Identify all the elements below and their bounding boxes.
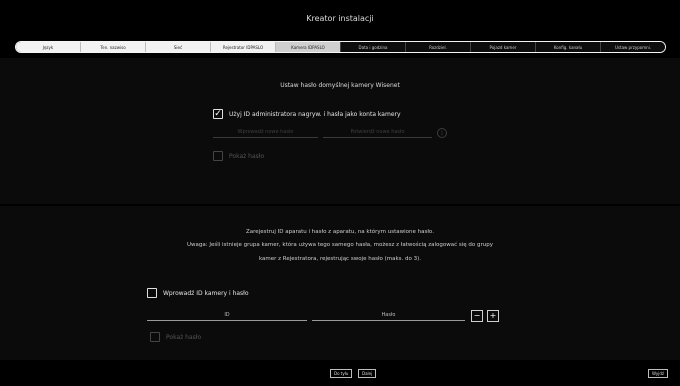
show-password-label: Pokaż hasło [229, 152, 265, 160]
tab-camera-registration[interactable]: Pojazd kamer [471, 42, 536, 52]
tab-resolution[interactable]: Rozdziel. [406, 42, 471, 52]
wizard-steps: Język Ten. nazwiso Sieć Rejestrator IDPA… [15, 41, 666, 53]
bottom-show-password-row[interactable]: Pokaż hasło [150, 332, 201, 342]
bottom-show-password-label: Pokaż hasło [166, 333, 202, 341]
tab-channel-config[interactable]: Konfig. kanału [536, 42, 601, 52]
use-admin-label: Użyj ID administratora nagryw. i hasła j… [229, 110, 401, 118]
show-password-row[interactable]: Pokaż hasło [213, 151, 264, 161]
register-line-1: Zarejestruj ID aparatu i hasło z aparatu… [246, 229, 434, 235]
tab-network[interactable]: Sieć [146, 42, 211, 52]
camera-id-field[interactable]: ID [147, 310, 307, 321]
default-password-heading: Ustaw hasło domyślnej kamery Wisenet [280, 82, 400, 89]
confirm-password-field[interactable]: Potwierdź nowe hasło [323, 127, 432, 138]
tab-date-time[interactable]: Data i godzina [341, 42, 406, 52]
use-admin-checkbox[interactable]: ✓ [213, 109, 223, 119]
info-icon[interactable]: i [437, 128, 447, 138]
back-button[interactable]: Do tyłu [330, 369, 353, 378]
tab-camera-id-password[interactable]: Kamera IDPASLO [276, 42, 341, 52]
add-button[interactable]: + [487, 310, 499, 322]
enter-id-row[interactable]: Wprowadź ID kamery i hasło [147, 288, 249, 298]
default-password-panel: Ustaw hasło domyślnej kamery Wisenet ✓ U… [0, 58, 680, 204]
tab-reminder-settings[interactable]: Ustaw przypomni. [601, 42, 665, 52]
enter-id-checkbox[interactable] [147, 288, 157, 298]
window-title: Kreator instalacji [306, 14, 374, 23]
new-password-field[interactable]: Wprowadź nowe hasło [213, 127, 318, 138]
tab-language[interactable]: Język [16, 42, 81, 52]
tab-device-name[interactable]: Ten. nazwiso [81, 42, 146, 52]
use-admin-row[interactable]: ✓ Użyj ID administratora nagryw. i hasła… [213, 109, 401, 119]
check-icon: ✓ [214, 108, 222, 119]
remove-button[interactable]: − [471, 310, 483, 322]
enter-id-label: Wprowadź ID kamery i hasło [163, 289, 249, 297]
tab-recorder-id-password[interactable]: Rejestrator IDPASLO [211, 42, 276, 52]
next-button[interactable]: Dalej [358, 369, 377, 378]
bottom-show-password-checkbox[interactable] [150, 332, 160, 342]
exit-button[interactable]: Wyjdź [648, 369, 669, 378]
register-line-2: Uwaga: Jeśli istnieje grupa kamer, która… [186, 242, 494, 248]
camera-password-field[interactable]: Hasło [312, 310, 465, 321]
camera-id-panel: Zarejestruj ID aparatu i hasło z aparatu… [0, 206, 680, 360]
show-password-checkbox[interactable] [213, 151, 223, 161]
register-line-3: kamer z Rejestratora, rejestrując swoje … [258, 256, 422, 262]
